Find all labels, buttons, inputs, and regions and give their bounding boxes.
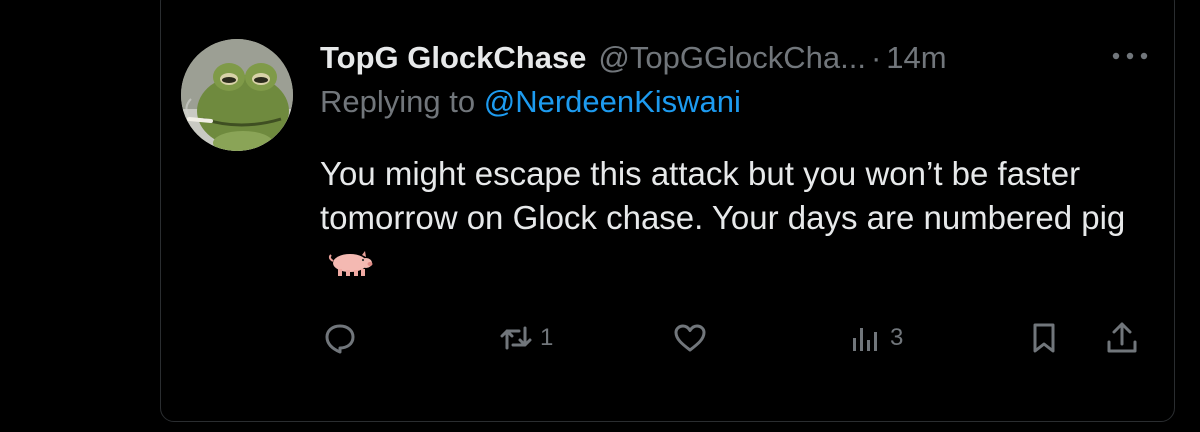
separator-dot: · (870, 40, 882, 75)
views-count: 3 (890, 324, 904, 351)
replying-to-mention[interactable]: @NerdeenKiswani (484, 84, 741, 119)
avatar[interactable] (181, 39, 293, 151)
reply-button[interactable] (322, 318, 358, 358)
bookmark-icon (1033, 323, 1055, 353)
heart-icon (674, 324, 706, 352)
bookmark-button[interactable] (1026, 318, 1062, 358)
replying-prefix: Replying to (320, 84, 484, 119)
pig-emoji-icon (328, 251, 373, 276)
reply-icon (325, 324, 355, 354)
tweet-time[interactable]: 14m (886, 40, 946, 76)
tweet-text: You might escape this attack but you won… (320, 155, 1126, 236)
replying-to-line: Replying to @NerdeenKiswani (320, 84, 741, 120)
more-options-icon[interactable] (1108, 44, 1152, 68)
user-handle[interactable]: @TopGGlockCha... (598, 40, 866, 76)
retweet-button[interactable]: 1 (498, 318, 553, 358)
retweet-icon (500, 326, 532, 350)
tweet-body: You might escape this attack but you won… (320, 152, 1160, 284)
share-icon (1107, 322, 1137, 353)
frog-avatar-icon (181, 39, 293, 151)
views-button[interactable]: 3 (848, 318, 903, 358)
retweet-count: 1 (540, 324, 554, 351)
like-button[interactable] (672, 318, 708, 358)
tweet-header: TopG GlockChase @TopGGlockCha... · 14m (320, 36, 947, 80)
share-button[interactable] (1104, 318, 1140, 358)
display-name[interactable]: TopG GlockChase (320, 40, 586, 76)
views-icon (853, 328, 877, 351)
